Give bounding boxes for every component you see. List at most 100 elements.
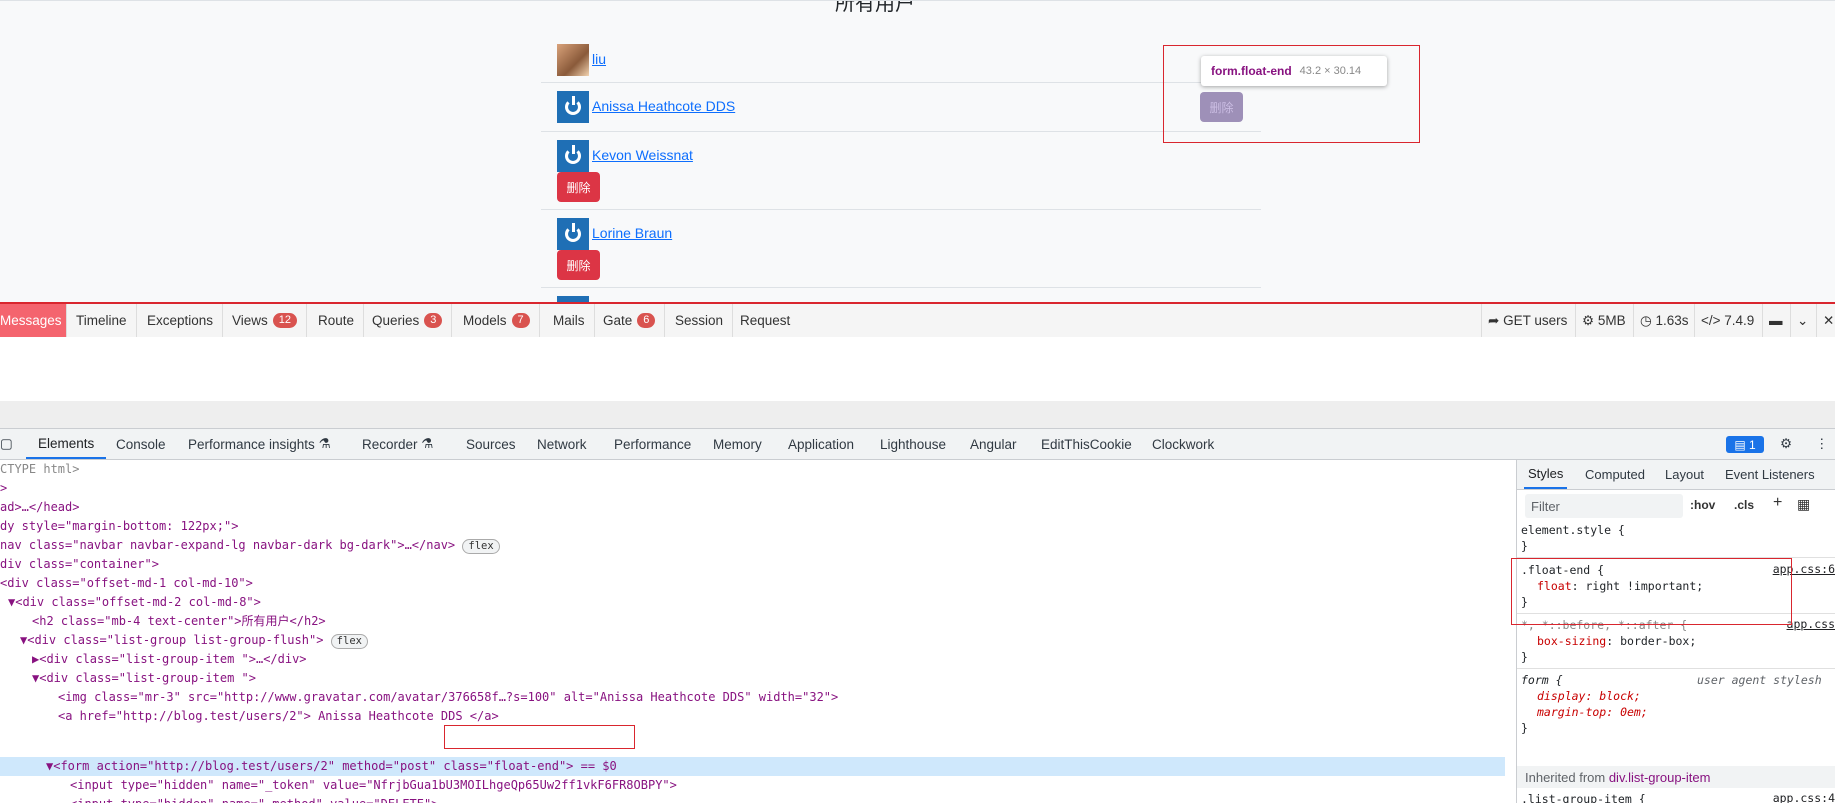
dom-tree: CTYPE html> > ad>…</head> dy style="marg… xyxy=(0,460,1515,803)
memory-text: 5MB xyxy=(1597,313,1626,328)
folder-open-icon[interactable]: ▬ xyxy=(1762,304,1790,337)
display-declaration[interactable]: display: block; xyxy=(1537,688,1641,704)
tab-label: Route xyxy=(318,313,355,328)
cls-toggle[interactable]: .cls xyxy=(1734,498,1754,512)
count-badge: 12 xyxy=(272,313,298,328)
tab-performance-insights[interactable]: Performance insights ⚗ xyxy=(188,429,331,459)
element-style-rule[interactable]: element.style { xyxy=(1521,522,1625,538)
tab-application[interactable]: Application xyxy=(788,429,854,459)
user-link[interactable]: Kevon Weissnat xyxy=(592,147,693,163)
tab-editthiscookie[interactable]: EditThisCookie xyxy=(1041,429,1132,459)
debugbar: Messages Timeline Exceptions Views 12 Rou… xyxy=(0,302,1835,337)
dom-line[interactable]: <div class="offset-md-1 col-md-10"> xyxy=(0,574,253,593)
tab-computed[interactable]: Computed xyxy=(1585,460,1645,489)
property-name: box-sizing xyxy=(1537,634,1607,648)
power-icon xyxy=(565,223,581,242)
tab-angular[interactable]: Angular xyxy=(970,429,1017,459)
devtools: ▢ Elements Console Performance insights … xyxy=(0,428,1835,803)
tab-label: Timeline xyxy=(76,313,127,328)
php-version-info[interactable]: </> 7.4.9 xyxy=(1694,304,1760,337)
debugbar-tab-route[interactable]: Route xyxy=(309,304,365,337)
count-badge: 3 xyxy=(424,313,443,328)
dom-line[interactable]: ad>…</head> xyxy=(0,498,79,517)
dom-line[interactable]: <img class="mr-3" src="http://www.gravat… xyxy=(58,688,838,707)
dom-line[interactable]: ▼<div class="list-group-item "> xyxy=(32,669,256,688)
dom-line[interactable]: ▼<div class="offset-md-2 col-md-8"> xyxy=(8,593,261,612)
time-text: 1.63s xyxy=(1655,313,1689,328)
messages-badge[interactable]: ▤ 1 xyxy=(1726,436,1764,453)
web-page-viewport: 所有用户 liu Anissa Heathcote DDS Kevon Weis… xyxy=(0,0,1835,302)
rule-close: } xyxy=(1521,539,1528,553)
tab-console[interactable]: Console xyxy=(116,429,166,459)
more-options-icon[interactable]: ⋮ xyxy=(1815,429,1829,459)
tab-event-listeners[interactable]: Event Listeners xyxy=(1725,460,1815,489)
debugbar-tab-messages[interactable]: Messages xyxy=(0,304,67,337)
memory-info[interactable]: ⚙ 5MB xyxy=(1575,304,1632,337)
box-sizing-declaration[interactable]: box-sizing: border-box; xyxy=(1537,633,1696,649)
tab-layout[interactable]: Layout xyxy=(1665,460,1704,489)
chevron-down-icon[interactable]: ⌄ xyxy=(1790,304,1816,337)
tab-network[interactable]: Network xyxy=(537,429,587,459)
tab-memory[interactable]: Memory xyxy=(713,429,762,459)
debugbar-tab-queries[interactable]: Queries 3 xyxy=(363,304,453,337)
tab-elements[interactable]: Elements xyxy=(26,429,107,459)
universal-source-link[interactable]: app.css xyxy=(1787,617,1835,631)
dom-line[interactable]: > xyxy=(0,479,7,498)
dom-line[interactable]: <input type="hidden" name="_token" value… xyxy=(70,776,677,795)
inherited-link[interactable]: div.list-group-item xyxy=(1609,770,1711,785)
dom-line-selected[interactable]: ▼<form action="http://blog.test/users/2"… xyxy=(46,757,617,776)
message-count: 1 xyxy=(1748,437,1756,452)
debugbar-tab-session[interactable]: Session xyxy=(666,304,734,337)
list-item: liu xyxy=(541,37,1261,83)
debugbar-tab-request[interactable]: Request xyxy=(731,304,799,337)
count-badge: 6 xyxy=(637,313,656,328)
flex-badge[interactable]: flex xyxy=(462,539,500,554)
settings-icon[interactable]: ⚙ xyxy=(1780,429,1792,459)
debugbar-tab-views[interactable]: Views 12 xyxy=(223,304,308,337)
dom-line[interactable]: ▼<div class="list-group list-group-flush… xyxy=(20,631,368,650)
user-link[interactable]: Lorine Braun xyxy=(592,225,672,241)
form-selector[interactable]: form { xyxy=(1521,672,1563,688)
list-group-item-source-link[interactable]: app.css:4 xyxy=(1773,791,1835,803)
debugbar-tab-mails[interactable]: Mails xyxy=(544,304,595,337)
close-icon[interactable]: ✕ xyxy=(1816,304,1835,337)
delete-button[interactable]: 删除 xyxy=(557,250,600,280)
tab-lighthouse[interactable]: Lighthouse xyxy=(880,429,946,459)
rule-close: } xyxy=(1521,650,1528,664)
dom-line[interactable]: nav class="navbar navbar-expand-lg navba… xyxy=(0,536,500,555)
time-info[interactable]: ◷ 1.63s xyxy=(1633,304,1695,337)
dom-line[interactable]: div class="container"> xyxy=(0,555,159,574)
tab-label: Request xyxy=(740,313,791,328)
list-group-item-selector[interactable]: .list-group-item { xyxy=(1521,791,1646,803)
php-text: 7.4.9 xyxy=(1724,313,1755,328)
dom-line[interactable]: <h2 class="mb-4 text-center">所有用户</h2> xyxy=(32,612,326,631)
tab-styles[interactable]: Styles xyxy=(1524,460,1568,489)
dom-line[interactable]: CTYPE html> xyxy=(0,460,79,479)
debugbar-tab-exceptions[interactable]: Exceptions xyxy=(138,304,224,337)
dom-line-text: nav class="navbar navbar-expand-lg navba… xyxy=(0,538,456,552)
divider xyxy=(0,401,1835,428)
debugbar-tab-gate[interactable]: Gate 6 xyxy=(594,304,666,337)
tab-recorder[interactable]: Recorder ⚗ xyxy=(362,429,433,459)
styles-filter-input[interactable]: Filter xyxy=(1525,494,1683,518)
dom-line[interactable]: <a href="http://blog.test/users/2"> Anis… xyxy=(58,707,499,726)
tab-sources[interactable]: Sources xyxy=(466,429,516,459)
delete-button[interactable]: 删除 xyxy=(557,172,600,202)
add-rule-icon[interactable]: + xyxy=(1773,494,1782,512)
flex-badge[interactable]: flex xyxy=(330,634,368,649)
paint-brush-icon[interactable]: ▦ xyxy=(1797,496,1810,513)
debugbar-tab-models[interactable]: Models 7 xyxy=(454,304,540,337)
hov-toggle[interactable]: :hov xyxy=(1690,498,1715,512)
tooltip-selector: form.float-end xyxy=(1211,64,1292,78)
user-link[interactable]: Anissa Heathcote DDS xyxy=(592,98,735,114)
dom-line[interactable]: ▶<div class="list-group-item ">…</div> xyxy=(32,650,307,669)
dom-line[interactable]: dy style="margin-bottom: 122px;"> xyxy=(0,517,238,536)
debugbar-tab-timeline[interactable]: Timeline xyxy=(67,304,137,337)
route-info[interactable]: ➦ GET users xyxy=(1481,304,1573,337)
margin-top-declaration[interactable]: margin-top: 0em; xyxy=(1537,704,1648,720)
tooltip-dimensions: 43.2 × 30.14 xyxy=(1299,65,1362,77)
tab-performance[interactable]: Performance xyxy=(614,429,691,459)
user-link[interactable]: liu xyxy=(592,51,606,67)
tab-clockwork[interactable]: Clockwork xyxy=(1152,429,1214,459)
inspect-icon[interactable]: ▢ xyxy=(0,429,13,459)
